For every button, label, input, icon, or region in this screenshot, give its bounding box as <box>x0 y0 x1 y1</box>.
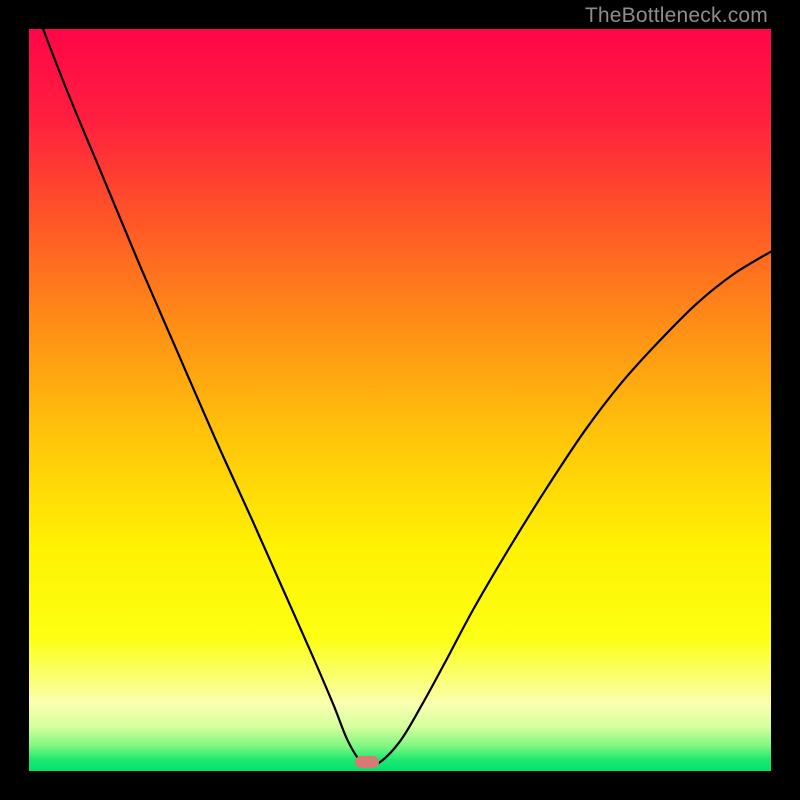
outer-frame: TheBottleneck.com <box>0 0 800 800</box>
optimum-marker <box>355 756 379 768</box>
bottleneck-curve <box>29 29 771 771</box>
watermark-text: TheBottleneck.com <box>585 4 768 28</box>
plot-area <box>29 29 771 771</box>
